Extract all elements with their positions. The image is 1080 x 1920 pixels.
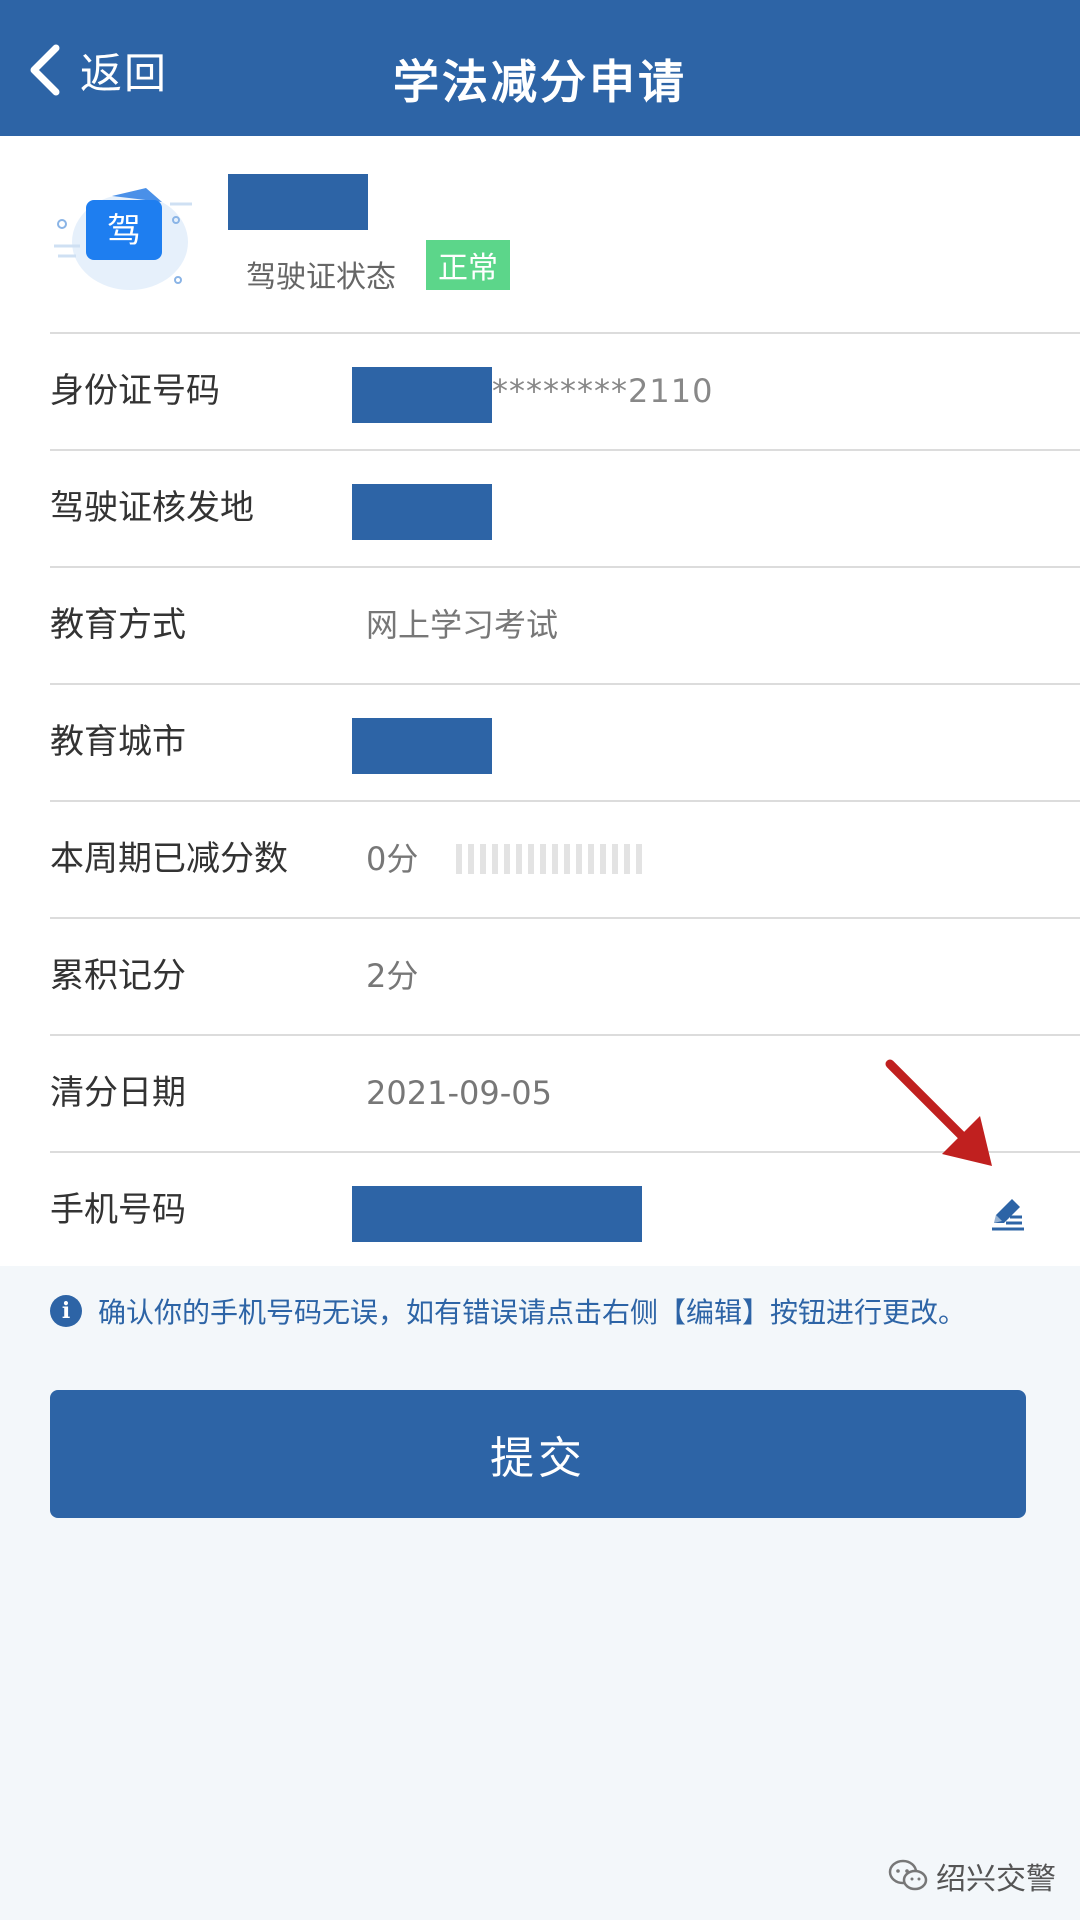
watermark-text: 绍兴交警 (936, 1862, 1056, 1897)
accumulated-points-value: 2分 (366, 957, 419, 995)
driving-license-icon: 驾 (54, 188, 192, 290)
info-icon: i (50, 1295, 82, 1327)
notice-text: 确认你的手机号码无误，如有错误请点击右侧【编辑】按钮进行更改。 (98, 1296, 967, 1329)
red-arrow-icon (885, 1059, 992, 1166)
edit-pen-icon[interactable] (988, 1193, 1028, 1233)
clear-date-label: 清分日期 (50, 1073, 186, 1113)
license-icon-char: 驾 (107, 211, 141, 251)
submit-button[interactable]: 提交 (50, 1390, 1026, 1518)
blurred-placeholder (456, 844, 642, 874)
education-city-label: 教育城市 (50, 722, 186, 762)
top-nav-bar: 返回 学法减分申请 (0, 0, 1080, 136)
id-number-masked-value: ********2110 (492, 372, 714, 410)
row-accumulated-points: 累积记分 2分 (50, 917, 1080, 1034)
status-badge: 正常 (426, 240, 510, 290)
name-redaction (228, 174, 368, 230)
row-education-city: 教育城市 (50, 683, 1080, 800)
clear-date-value: 2021-09-05 (366, 1074, 552, 1112)
deducted-points-value: 0分 (366, 840, 419, 878)
page-title: 学法减分申请 (393, 55, 687, 109)
phone-label: 手机号码 (50, 1190, 186, 1230)
deducted-points-label: 本周期已减分数 (50, 839, 288, 879)
issue-place-redaction (352, 484, 492, 540)
education-method-value: 网上学习考试 (366, 606, 559, 644)
row-id-number: 身份证号码 ********2110 (50, 332, 1080, 449)
wechat-icon (888, 1859, 928, 1891)
row-deducted-points: 本周期已减分数 0分 (50, 800, 1080, 917)
education-method-label: 教育方式 (50, 605, 186, 645)
id-number-redaction (352, 367, 492, 423)
license-profile: 驾 驾驶证状态 正常 (0, 136, 1080, 332)
watermark: 绍兴交警 (888, 1852, 1056, 1900)
phone-redaction (352, 1186, 642, 1242)
id-number-label: 身份证号码 (50, 371, 220, 411)
education-city-redaction (352, 718, 492, 774)
row-education-method: 教育方式 网上学习考试 (50, 566, 1080, 683)
license-status-label: 驾驶证状态 (246, 260, 396, 295)
accumulated-points-label: 累积记分 (50, 956, 186, 996)
row-issue-place: 驾驶证核发地 (50, 449, 1080, 566)
issue-place-label: 驾驶证核发地 (50, 488, 254, 528)
phone-confirm-notice: i 确认你的手机号码无误，如有错误请点击右侧【编辑】按钮进行更改。 (50, 1288, 1050, 1334)
